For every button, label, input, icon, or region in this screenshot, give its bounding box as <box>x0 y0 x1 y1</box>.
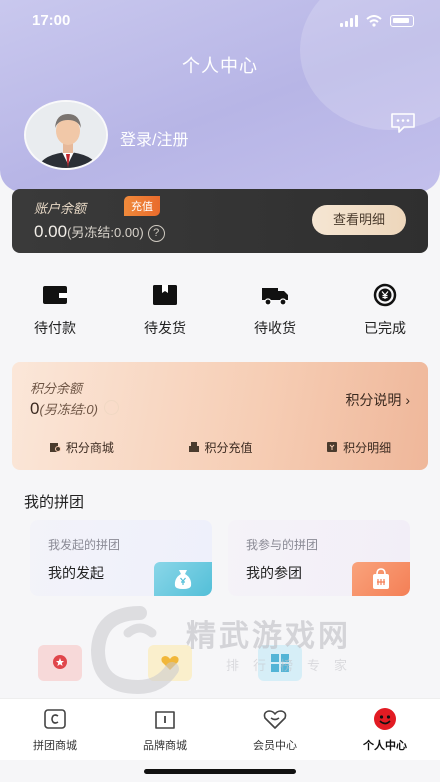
balance-value: 0.00(另冻结:0.00)? <box>34 222 165 242</box>
shopping-bag-icon <box>373 568 389 589</box>
order-label: 待发货 <box>144 320 186 336</box>
tab-label: 个人中心 <box>363 740 407 752</box>
bottom-tab-bar: 拼团商城 品牌商城 会员中心 个人中心 <box>0 698 440 760</box>
group-section-title: 我的拼团 <box>24 494 85 511</box>
user-avatar-icon <box>26 102 106 168</box>
badge-icon <box>53 655 67 669</box>
truck-icon <box>262 288 288 306</box>
battery-icon <box>390 15 414 27</box>
watermark-logo-icon <box>90 606 179 695</box>
order-pending-receipt[interactable]: 待收货 <box>220 282 330 338</box>
status-icons <box>340 15 414 27</box>
balance-frozen: (另冻结:0.00) <box>67 225 144 240</box>
group-card-subtitle: 我参与的拼团 <box>246 538 319 552</box>
group-card-title: 我的发起 <box>48 565 104 581</box>
page-title: 个人中心 <box>182 56 258 76</box>
wifi-icon <box>366 15 382 27</box>
message-icon[interactable] <box>390 112 416 134</box>
tab-label: 会员中心 <box>253 740 297 752</box>
tab-group-mall[interactable]: 拼团商城 <box>0 699 110 760</box>
group-mall-icon <box>44 709 66 729</box>
order-label: 待付款 <box>34 320 76 336</box>
group-joined-card[interactable]: 我参与的拼团 我的参团 <box>228 520 410 596</box>
tab-label: 品牌商城 <box>143 740 187 752</box>
profile-header: 17:00 个人中心 登录/注册 <box>0 0 440 192</box>
yen-circle-icon <box>373 283 397 307</box>
points-link-label: 积分商城 <box>65 441 114 455</box>
group-card-title: 我的参团 <box>246 565 302 581</box>
points-explain-link[interactable]: 积分说明 › <box>345 390 410 410</box>
points-value: 0(另冻结:0) <box>30 399 119 419</box>
points-label: 积分余额 <box>30 381 83 396</box>
points-help-icon[interactable] <box>103 400 119 415</box>
watermark-subtext: 排行榜专家 <box>226 658 362 673</box>
points-recharge-link[interactable]: 积分充值 <box>151 439 290 456</box>
points-link-label: 积分充值 <box>204 441 253 455</box>
login-register-link[interactable]: 登录/注册 <box>120 126 188 150</box>
home-indicator <box>144 769 296 774</box>
group-joined-tile <box>352 562 410 596</box>
order-status-row: 待付款 待发货 待收货 已完成 <box>0 282 440 338</box>
member-icon <box>263 710 287 729</box>
brand-mall-icon <box>155 711 175 729</box>
package-icon <box>153 285 177 305</box>
view-detail-button[interactable]: 查看明细 <box>312 205 406 235</box>
detail-icon <box>327 442 338 452</box>
order-pending-shipment[interactable]: 待发货 <box>110 282 220 338</box>
help-icon[interactable]: ? <box>147 225 165 242</box>
profile-icon <box>374 708 396 730</box>
points-mall-link[interactable]: 积分商城 <box>12 439 151 456</box>
recharge-icon <box>188 442 199 452</box>
wallet-icon <box>43 286 67 304</box>
account-balance-card: 账户余额 充值 0.00(另冻结:0.00)? 查看明细 <box>12 189 428 253</box>
tab-profile[interactable]: 个人中心 <box>330 699 440 760</box>
mall-icon <box>49 443 61 452</box>
points-balance-card: 积分余额 0(另冻结:0) 积分说明 › 积分商城 积分充值 积分明细 <box>12 362 428 470</box>
watermark-text: 精武游戏网 <box>186 620 351 653</box>
points-links: 积分商城 积分充值 积分明细 <box>12 439 428 456</box>
points-detail-link[interactable]: 积分明细 <box>289 439 428 456</box>
points-frozen: (另冻结:0) <box>39 402 98 417</box>
points-link-label: 积分明细 <box>343 441 392 455</box>
tab-label: 拼团商城 <box>33 740 77 752</box>
avatar[interactable] <box>24 100 108 170</box>
group-initiated-tile <box>154 562 212 596</box>
order-completed[interactable]: 已完成 <box>330 282 440 338</box>
status-bar: 17:00 <box>0 12 440 34</box>
tab-brand-mall[interactable]: 品牌商城 <box>110 699 220 760</box>
money-bag-icon <box>174 570 192 589</box>
recharge-button[interactable]: 充值 <box>124 196 160 216</box>
order-label: 已完成 <box>364 320 406 336</box>
group-card-subtitle: 我发起的拼团 <box>48 538 121 552</box>
group-initiated-card[interactable]: 我发起的拼团 我的发起 <box>30 520 212 596</box>
tab-member-center[interactable]: 会员中心 <box>220 699 330 760</box>
signal-icon <box>340 15 358 27</box>
watermark: 精武游戏网 排行榜专家 <box>70 595 420 695</box>
status-time: 17:00 <box>32 12 71 29</box>
balance-label: 账户余额 <box>34 201 87 216</box>
order-pending-payment[interactable]: 待付款 <box>0 282 110 338</box>
order-label: 待收货 <box>254 320 296 336</box>
balance-amount: 0.00 <box>34 222 68 241</box>
